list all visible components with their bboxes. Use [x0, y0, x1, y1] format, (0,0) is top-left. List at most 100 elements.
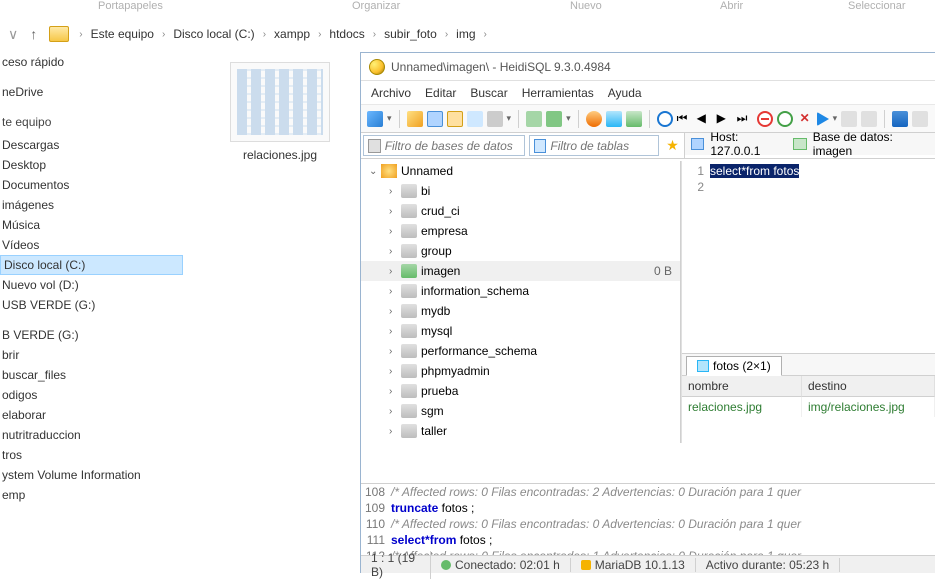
menu-item[interactable]: Archivo	[371, 86, 411, 100]
breadcrumb-item[interactable]: Este equipo	[89, 25, 156, 43]
sidebar-item[interactable]: tros	[0, 445, 183, 465]
tree-db-item[interactable]: ›taller	[361, 421, 680, 441]
filter-table-input[interactable]	[550, 139, 654, 153]
sidebar-item[interactable]: nutritraduccion	[0, 425, 183, 445]
database-label[interactable]: Base de datos: imagen	[813, 130, 929, 158]
clock-icon[interactable]	[657, 111, 673, 127]
folder-icon	[49, 26, 69, 42]
breadcrumb-item[interactable]: img	[454, 25, 477, 43]
sql-editor[interactable]: 1 2 select*from fotos	[682, 161, 935, 353]
sidebar-item[interactable]: ceso rápido	[0, 52, 183, 72]
refresh-icon[interactable]	[526, 111, 542, 127]
last-record-icon[interactable]: ⏭	[737, 111, 753, 127]
log-pane[interactable]: 108/* Affected rows: 0 Filas encontradas…	[361, 483, 935, 555]
delete-record-icon[interactable]	[757, 111, 773, 127]
tree-root[interactable]: ⌄Unnamed	[361, 161, 680, 181]
magnifier-icon[interactable]	[367, 111, 383, 127]
database-tree[interactable]: ⌄Unnamed›bi›crud_ci›empresa›group›imagen…	[361, 161, 681, 443]
menu-item[interactable]: Editar	[425, 86, 456, 100]
host-label[interactable]: Host: 127.0.0.1	[710, 130, 787, 158]
database-icon	[401, 284, 417, 298]
col-nombre[interactable]: nombre	[682, 376, 802, 397]
col-destino[interactable]: destino	[802, 376, 935, 397]
cell-nombre[interactable]: relaciones.jpg	[682, 397, 802, 417]
result-tab[interactable]: fotos (2×1)	[686, 356, 782, 376]
tree-db-item[interactable]: ›group	[361, 241, 680, 261]
file-thumbnail[interactable]	[230, 62, 330, 142]
edit-icon[interactable]	[407, 111, 423, 127]
users-icon[interactable]	[586, 111, 602, 127]
breadcrumb-item[interactable]: Disco local (C:)	[171, 25, 256, 43]
cell-destino[interactable]: img/relaciones.jpg	[802, 397, 935, 417]
host-icon	[691, 138, 704, 150]
tree-db-item[interactable]: ›sgm	[361, 401, 680, 421]
tree-db-item[interactable]: ›crud_ci	[361, 201, 680, 221]
print-icon[interactable]	[487, 111, 503, 127]
import-icon[interactable]	[626, 111, 642, 127]
sql-line-1[interactable]: select*from fotos	[710, 164, 799, 178]
menu-item[interactable]: Herramientas	[522, 86, 594, 100]
sidebar-item[interactable]: Documentos	[0, 175, 183, 195]
sidebar-item[interactable]: emp	[0, 485, 183, 505]
paste-icon[interactable]	[447, 111, 463, 127]
sidebar-item[interactable]: USB VERDE (G:)	[0, 295, 183, 315]
save-icon[interactable]	[892, 111, 908, 127]
menu-item[interactable]: Buscar	[470, 86, 507, 100]
favorites-star-icon[interactable]: ★	[661, 133, 685, 158]
filter-tables[interactable]	[529, 135, 659, 156]
misc-icon[interactable]	[841, 111, 857, 127]
prev-record-icon[interactable]: ◀	[697, 111, 713, 127]
tree-db-item[interactable]: ›information_schema	[361, 281, 680, 301]
sidebar-item[interactable]: elaborar	[0, 405, 183, 425]
sidebar-item[interactable]: imágenes	[0, 195, 183, 215]
first-record-icon[interactable]: ⏮	[677, 111, 693, 127]
breadcrumb[interactable]: ›Este equipo›Disco local (C:)›xampp›htdo…	[73, 25, 493, 43]
sidebar-item[interactable]: Música	[0, 215, 183, 235]
run-query-icon[interactable]	[817, 112, 829, 126]
export-icon[interactable]	[606, 111, 622, 127]
nav-back-icon[interactable]: ∨	[4, 26, 22, 43]
menubar[interactable]: Archivo Editar Buscar Herramientas Ayuda	[361, 81, 935, 105]
commit-icon[interactable]	[777, 111, 793, 127]
sidebar-item[interactable]: brir	[0, 345, 183, 365]
sidebar-item[interactable]: B VERDE (G:)	[0, 325, 183, 345]
menu-item[interactable]: Ayuda	[608, 86, 642, 100]
breadcrumb-item[interactable]: htdocs	[327, 25, 366, 43]
nav-up-icon[interactable]: ↑	[22, 26, 45, 42]
sidebar-header[interactable]: te equipo	[0, 112, 183, 135]
breadcrumb-item[interactable]: subir_foto	[382, 25, 439, 43]
tree-db-item[interactable]: ›imagen0 B	[361, 261, 680, 281]
sidebar-item[interactable]: neDrive	[0, 82, 183, 102]
sidebar-item[interactable]: ystem Volume Information	[0, 465, 183, 485]
tree-db-item[interactable]: ›test	[361, 441, 680, 443]
misc3-icon[interactable]	[912, 111, 928, 127]
misc2-icon[interactable]	[861, 111, 877, 127]
file-name[interactable]: relaciones.jpg	[190, 148, 370, 162]
tree-db-item[interactable]: ›prueba	[361, 381, 680, 401]
sidebar-item[interactable]: Descargas	[0, 135, 183, 155]
sidebar-item[interactable]: Nuevo vol (D:)	[0, 275, 183, 295]
tree-db-item[interactable]: ›empresa	[361, 221, 680, 241]
database-icon	[401, 364, 417, 378]
refresh-all-icon[interactable]	[546, 111, 562, 127]
tree-db-item[interactable]: ›mydb	[361, 301, 680, 321]
filter-db-input[interactable]	[385, 139, 520, 153]
sidebar-item[interactable]: Disco local (C:)	[0, 255, 183, 275]
filter-databases[interactable]	[363, 135, 525, 156]
results-grid[interactable]: nombre destino relaciones.jpg img/relaci…	[682, 376, 935, 417]
tree-db-item[interactable]: ›phpmyadmin	[361, 361, 680, 381]
breadcrumb-item[interactable]: xampp	[272, 25, 312, 43]
sidebar-item[interactable]: buscar_files	[0, 365, 183, 385]
cancel-icon[interactable]: ✕	[797, 111, 813, 127]
tree-db-item[interactable]: ›mysql	[361, 321, 680, 341]
explorer-nav: ∨ ↑ ›Este equipo›Disco local (C:)›xampp›…	[0, 20, 935, 48]
sql-line-2[interactable]	[710, 179, 799, 195]
sidebar-item[interactable]: Vídeos	[0, 235, 183, 255]
copy-icon[interactable]	[427, 111, 443, 127]
next-record-icon[interactable]: ▶	[717, 111, 733, 127]
sidebar-item[interactable]: odigos	[0, 385, 183, 405]
tree-db-item[interactable]: ›performance_schema	[361, 341, 680, 361]
tree-db-item[interactable]: ›bi	[361, 181, 680, 201]
undo-icon[interactable]	[467, 111, 483, 127]
sidebar-item[interactable]: Desktop	[0, 155, 183, 175]
